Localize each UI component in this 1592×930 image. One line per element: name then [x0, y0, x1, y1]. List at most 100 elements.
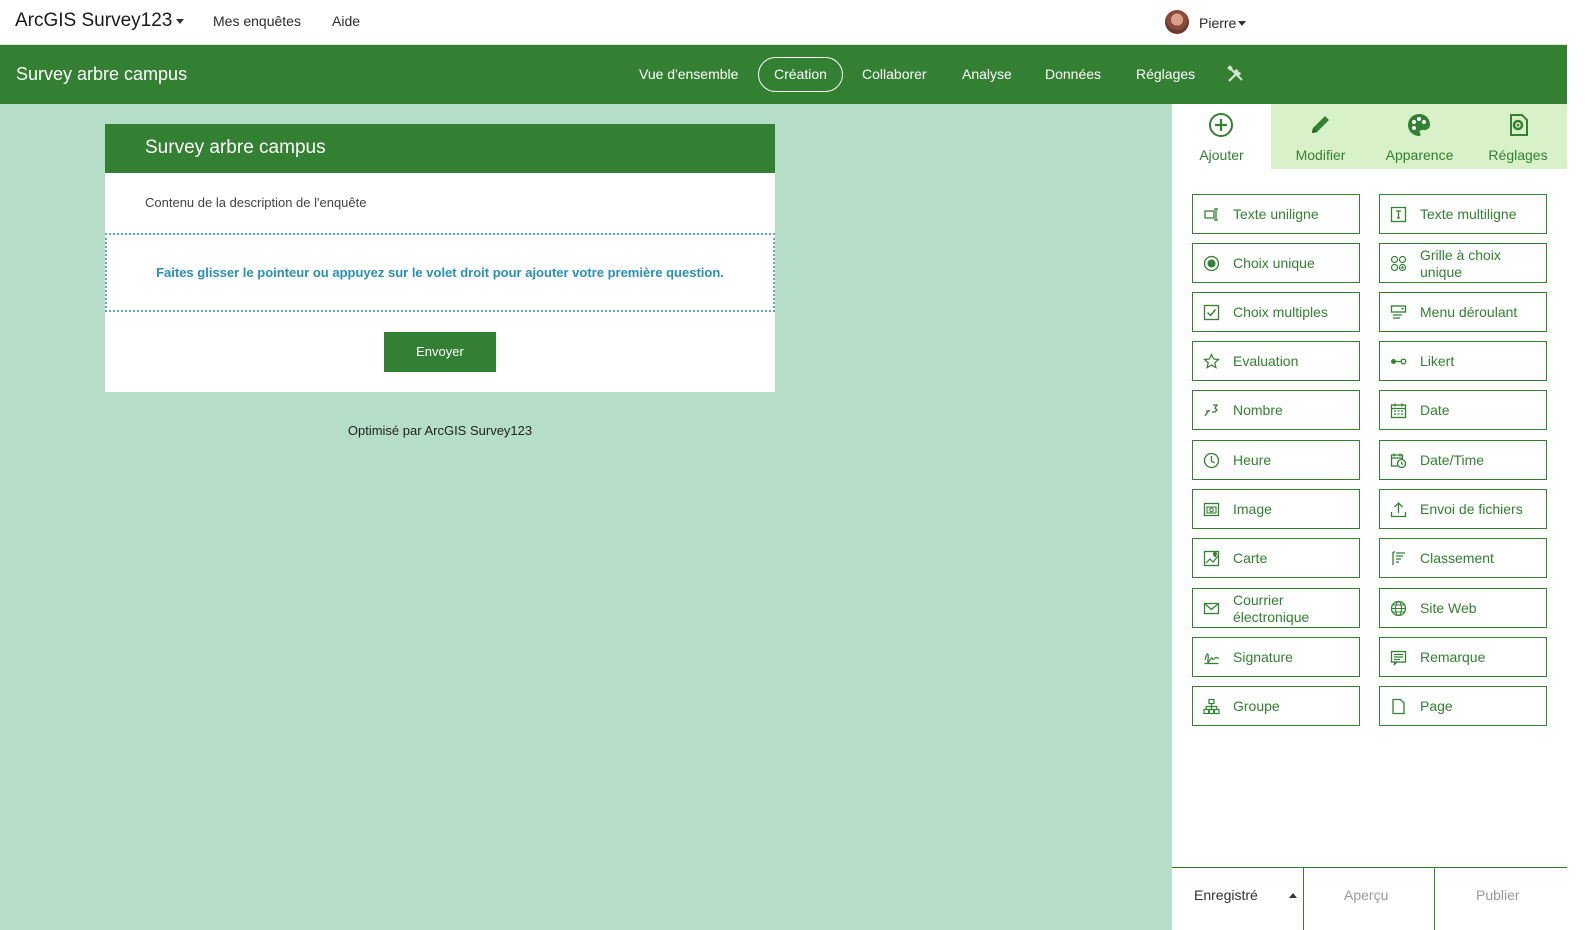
- question-drop-zone[interactable]: Faites glisser le pointeur ou appuyez su…: [105, 233, 775, 312]
- tab-analyze[interactable]: Analyse: [962, 66, 1012, 82]
- nav-my-surveys[interactable]: Mes enquêtes: [213, 13, 301, 29]
- add-datetime-button[interactable]: Date/Time: [1379, 440, 1547, 480]
- add-group-button[interactable]: Groupe: [1192, 686, 1360, 726]
- add-time-button[interactable]: Heure: [1192, 440, 1360, 480]
- add-single-choice-button[interactable]: Choix unique: [1192, 243, 1360, 283]
- preview-button[interactable]: Aperçu: [1344, 868, 1388, 930]
- question-type-label: Texte uniligne: [1233, 206, 1319, 222]
- add-ranking-button[interactable]: Classement: [1379, 538, 1547, 578]
- question-type-label: Choix multiples: [1233, 304, 1328, 320]
- app-menu-caret-icon[interactable]: [176, 19, 184, 24]
- add-date-button[interactable]: Date: [1379, 390, 1547, 430]
- upload-icon: [1390, 502, 1407, 518]
- note-icon: [1390, 650, 1407, 666]
- question-type-label: Carte: [1233, 550, 1268, 566]
- panel-tab-appearance[interactable]: Apparence: [1370, 104, 1469, 169]
- add-file-upload-button[interactable]: Envoi de fichiers: [1379, 489, 1547, 529]
- add-page-button[interactable]: Page: [1379, 686, 1547, 726]
- add-grid-choice-button[interactable]: Grille à choix unique: [1379, 243, 1547, 283]
- add-note-button[interactable]: Remarque: [1379, 637, 1547, 677]
- number-icon: [1204, 404, 1219, 417]
- question-type-label: Nombre: [1233, 402, 1283, 418]
- form-description[interactable]: Contenu de la description de l'enquête: [145, 195, 366, 210]
- user-name[interactable]: Pierre: [1199, 15, 1236, 31]
- settings-icon: [1510, 114, 1528, 136]
- signature-icon: [1204, 653, 1220, 665]
- tools-icon[interactable]: [1226, 64, 1246, 84]
- add-image-button[interactable]: Image: [1192, 489, 1360, 529]
- add-multi-line-text-button[interactable]: Texte multiligne: [1379, 194, 1547, 234]
- question-type-label: Menu déroulant: [1420, 304, 1518, 320]
- question-type-label: Classement: [1420, 550, 1494, 566]
- question-type-label: Signature: [1233, 649, 1293, 665]
- add-likert-button[interactable]: Likert: [1379, 341, 1547, 381]
- add-rating-button[interactable]: Evaluation: [1192, 341, 1360, 381]
- ranking-icon: [1392, 551, 1405, 565]
- panel-tab-add[interactable]: Ajouter: [1172, 104, 1271, 169]
- add-single-line-text-button[interactable]: Texte uniligne: [1192, 194, 1360, 234]
- image-icon: [1203, 502, 1220, 517]
- grid-choice-icon: [1390, 255, 1407, 272]
- form-title[interactable]: Survey arbre campus: [145, 137, 735, 159]
- save-menu-caret-icon[interactable]: [1289, 893, 1297, 898]
- clock-icon: [1203, 452, 1220, 469]
- question-type-label: Groupe: [1233, 698, 1280, 714]
- user-menu-caret-icon[interactable]: [1238, 21, 1246, 26]
- email-icon: [1203, 602, 1220, 615]
- top-bar: ArcGIS Survey123 Mes enquêtes Aide Pierr…: [0, 0, 1592, 45]
- drop-hint: Faites glisser le pointeur ou appuyez su…: [156, 265, 724, 280]
- panel-tab-label: Réglages: [1488, 147, 1548, 163]
- question-type-label: Page: [1420, 698, 1453, 714]
- submit-button[interactable]: Envoyer: [384, 332, 496, 372]
- dropdown-icon: [1390, 305, 1407, 319]
- panel-tab-settings[interactable]: Réglages: [1469, 104, 1567, 169]
- add-multiple-choice-button[interactable]: Choix multiples: [1192, 292, 1360, 332]
- panel-tab-edit[interactable]: Modifier: [1271, 104, 1370, 169]
- add-dropdown-button[interactable]: Menu déroulant: [1379, 292, 1547, 332]
- tab-design[interactable]: Création: [758, 57, 843, 92]
- nav-help[interactable]: Aide: [332, 13, 360, 29]
- tab-data[interactable]: Données: [1045, 66, 1101, 82]
- calendar-icon: [1390, 403, 1407, 419]
- palette-icon: [1408, 114, 1430, 136]
- add-map-button[interactable]: Carte: [1192, 538, 1360, 578]
- tab-settings[interactable]: Réglages: [1136, 66, 1195, 82]
- radio-icon: [1203, 255, 1220, 272]
- powered-by: Optimisé par ArcGIS Survey123: [347, 423, 533, 438]
- question-type-label: Date/Time: [1420, 452, 1485, 468]
- checkbox-icon: [1203, 304, 1220, 321]
- app-title[interactable]: ArcGIS Survey123: [15, 10, 172, 32]
- star-icon: [1203, 353, 1220, 369]
- pencil-icon: [1312, 116, 1329, 133]
- publish-button[interactable]: Publier: [1476, 868, 1520, 930]
- question-type-label: Image: [1233, 501, 1272, 517]
- question-type-label: Texte multiligne: [1420, 206, 1517, 222]
- user-avatar[interactable]: [1165, 10, 1189, 34]
- panel-tab-label: Ajouter: [1199, 147, 1244, 163]
- question-panel: Ajouter Modifier Apparence Réglages Text…: [1172, 104, 1567, 930]
- question-type-label: Choix unique: [1233, 255, 1315, 271]
- add-website-button[interactable]: Site Web: [1379, 588, 1547, 628]
- panel-tab-label: Apparence: [1385, 147, 1454, 163]
- add-signature-button[interactable]: Signature: [1192, 637, 1360, 677]
- group-icon: [1203, 698, 1220, 715]
- footer-divider: [1303, 868, 1304, 930]
- question-type-label: Date: [1420, 402, 1450, 418]
- panel-tab-label: Modifier: [1295, 147, 1346, 163]
- datetime-icon: [1390, 453, 1407, 469]
- survey-title: Survey arbre campus: [16, 64, 188, 84]
- question-type-label: Evaluation: [1233, 353, 1299, 369]
- question-type-label: Likert: [1420, 353, 1455, 369]
- tab-collaborate[interactable]: Collaborer: [862, 66, 927, 82]
- question-type-label: Courrier électronique: [1233, 592, 1310, 625]
- footer-divider: [1434, 868, 1435, 930]
- tab-overview[interactable]: Vue d'ensemble: [639, 66, 738, 82]
- form-card: Survey arbre campus Contenu de la descri…: [105, 124, 775, 392]
- question-type-label: Grille à choix unique: [1420, 247, 1501, 280]
- page-scrollbar[interactable]: [1567, 0, 1592, 930]
- add-number-button[interactable]: Nombre: [1192, 390, 1360, 430]
- save-status[interactable]: Enregistré: [1194, 868, 1258, 930]
- globe-icon: [1390, 600, 1407, 617]
- page-icon: [1392, 698, 1405, 715]
- add-email-button[interactable]: Courrier électronique: [1192, 588, 1360, 628]
